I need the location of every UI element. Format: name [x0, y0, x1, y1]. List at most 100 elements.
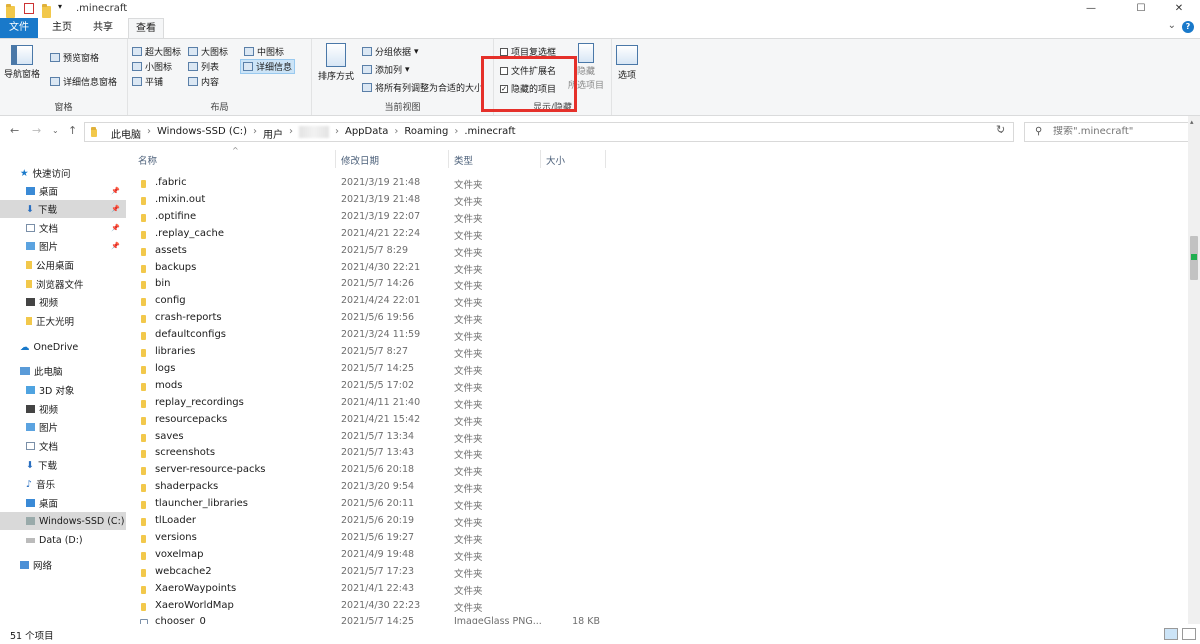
- nav-pc-documents[interactable]: 文档: [0, 437, 126, 455]
- tab-home[interactable]: 主页: [44, 18, 80, 38]
- crumb-c-drive[interactable]: Windows-SSD (C:): [157, 126, 247, 141]
- vertical-scrollbar[interactable]: ▴: [1188, 116, 1200, 624]
- file-row[interactable]: bin 2021/5/7 14:26 文件夹: [130, 276, 1188, 293]
- nav-videos[interactable]: 视频: [0, 293, 126, 311]
- file-row[interactable]: tlLoader 2021/5/6 20:19 文件夹: [130, 513, 1188, 530]
- crumb-minecraft[interactable]: .minecraft: [464, 126, 515, 141]
- column-date[interactable]: 修改日期: [341, 153, 379, 167]
- file-row[interactable]: XaeroWaypoints 2021/4/1 22:43 文件夹: [130, 581, 1188, 598]
- item-checkboxes-checkbox[interactable]: [500, 47, 508, 56]
- fit-columns-button[interactable]: 将所有列调整为合适的大小: [362, 81, 483, 94]
- column-divider[interactable]: [605, 150, 606, 168]
- nav-network[interactable]: 网络: [0, 556, 126, 574]
- pin-icon[interactable]: 📌: [111, 242, 120, 250]
- file-row[interactable]: resourcepacks 2021/4/21 15:42 文件夹: [130, 412, 1188, 429]
- nav-browser-files[interactable]: 浏览器文件: [0, 275, 126, 293]
- nav-desktop[interactable]: 桌面 📌: [0, 182, 126, 200]
- nav-pc-music[interactable]: ♪ 音乐: [0, 475, 126, 493]
- pin-icon[interactable]: 📌: [111, 224, 120, 232]
- nav-3d-objects[interactable]: 3D 对象: [0, 381, 126, 399]
- column-divider[interactable]: [448, 150, 449, 168]
- chevron-down-icon[interactable]: ⌄: [1168, 20, 1176, 31]
- file-row[interactable]: server-resource-packs 2021/5/6 20:18 文件夹: [130, 462, 1188, 479]
- nav-downloads[interactable]: ⬇ 下载 📌: [0, 200, 126, 218]
- nav-zhengdaguangming[interactable]: 正大光明: [0, 312, 126, 330]
- address-input[interactable]: 此电脑 › Windows-SSD (C:) › 用户 › › AppData › Ro…: [84, 122, 1014, 142]
- tab-share[interactable]: 共享: [84, 18, 122, 38]
- layout-list[interactable]: 列表: [188, 60, 219, 73]
- nav-documents[interactable]: 文档 📌: [0, 219, 126, 237]
- nav-quick-access[interactable]: ★ 快速访问: [0, 164, 126, 182]
- details-view-icon[interactable]: [1164, 628, 1178, 640]
- search-input[interactable]: [1053, 126, 1191, 137]
- minimize-button[interactable]: —: [1070, 0, 1112, 18]
- refresh-icon[interactable]: ↻: [996, 123, 1005, 136]
- file-row[interactable]: versions 2021/5/6 19:27 文件夹: [130, 530, 1188, 547]
- file-row[interactable]: backups 2021/4/30 22:21 文件夹: [130, 260, 1188, 277]
- nav-public-desktop[interactable]: 公用桌面: [0, 256, 126, 274]
- nav-pane-button[interactable]: 导航窗格: [4, 45, 40, 80]
- forward-arrow-icon[interactable]: →: [32, 124, 41, 137]
- nav-onedrive[interactable]: ☁ OneDrive: [0, 338, 126, 356]
- file-row[interactable]: shaderpacks 2021/3/20 9:54 文件夹: [130, 479, 1188, 496]
- layout-small-icons[interactable]: 小图标: [132, 60, 172, 73]
- nav-pc-desktop[interactable]: 桌面: [0, 494, 126, 512]
- layout-tiles[interactable]: 平铺: [132, 75, 163, 88]
- file-row[interactable]: mods 2021/5/5 17:02 文件夹: [130, 378, 1188, 395]
- file-row[interactable]: voxelmap 2021/4/9 19:48 文件夹: [130, 547, 1188, 564]
- layout-content[interactable]: 内容: [188, 75, 219, 88]
- help-icon[interactable]: ?: [1182, 21, 1194, 33]
- file-row[interactable]: assets 2021/5/7 8:29 文件夹: [130, 243, 1188, 260]
- group-by-button[interactable]: 分组依据 ▾: [362, 45, 419, 58]
- column-name[interactable]: 名称: [138, 153, 157, 167]
- file-row[interactable]: webcache2 2021/5/7 17:23 文件夹: [130, 564, 1188, 581]
- file-row[interactable]: .optifine 2021/3/19 22:07 文件夹: [130, 209, 1188, 226]
- file-row[interactable]: tlauncher_libraries 2021/5/6 20:11 文件夹: [130, 496, 1188, 513]
- options-button[interactable]: 选项: [616, 45, 638, 81]
- nav-pc-videos[interactable]: 视频: [0, 400, 126, 418]
- file-row[interactable]: defaultconfigs 2021/3/24 11:59 文件夹: [130, 327, 1188, 344]
- file-row[interactable]: .fabric 2021/3/19 21:48 文件夹: [130, 175, 1188, 192]
- nav-pc-pictures[interactable]: 图片: [0, 418, 126, 436]
- properties-icon[interactable]: [24, 3, 34, 14]
- tab-file[interactable]: 文件: [0, 18, 38, 38]
- nav-d-drive[interactable]: Data (D:): [0, 531, 126, 549]
- file-row[interactable]: screenshots 2021/5/7 13:43 文件夹: [130, 445, 1188, 462]
- pin-icon[interactable]: 📌: [111, 187, 120, 195]
- pin-icon[interactable]: 📌: [111, 205, 120, 213]
- crumb-this-pc[interactable]: 此电脑: [111, 126, 141, 141]
- file-row[interactable]: logs 2021/5/7 14:25 文件夹: [130, 361, 1188, 378]
- maximize-button[interactable]: ☐: [1120, 0, 1162, 18]
- layout-details[interactable]: 详细信息: [240, 59, 296, 74]
- file-row[interactable]: replay_recordings 2021/4/11 21:40 文件夹: [130, 395, 1188, 412]
- add-column-button[interactable]: 添加列 ▾: [362, 63, 410, 76]
- quick-access-dropdown-icon[interactable]: ▾: [58, 2, 62, 14]
- layout-large-icons[interactable]: 大图标: [188, 45, 228, 58]
- column-size[interactable]: 大小: [546, 153, 565, 167]
- up-arrow-icon[interactable]: ↑: [68, 124, 77, 137]
- crumb-users[interactable]: 用户: [263, 126, 283, 141]
- column-type[interactable]: 类型: [454, 153, 473, 167]
- crumb-roaming[interactable]: Roaming: [404, 126, 448, 141]
- details-pane-button[interactable]: 详细信息窗格: [50, 75, 117, 88]
- nav-this-pc[interactable]: 此电脑: [0, 362, 126, 380]
- file-row[interactable]: saves 2021/5/7 13:34 文件夹: [130, 429, 1188, 446]
- tab-view[interactable]: 查看: [128, 18, 164, 39]
- recent-dropdown-icon[interactable]: ⌄: [52, 126, 59, 135]
- scroll-up-icon[interactable]: ▴: [1190, 118, 1194, 126]
- nav-c-drive[interactable]: Windows-SSD (C:): [0, 512, 126, 530]
- file-row[interactable]: .mixin.out 2021/3/19 21:48 文件夹: [130, 192, 1188, 209]
- file-row[interactable]: libraries 2021/5/7 8:27 文件夹: [130, 344, 1188, 361]
- close-button[interactable]: ✕: [1158, 0, 1200, 18]
- large-icons-view-icon[interactable]: [1182, 628, 1196, 640]
- back-arrow-icon[interactable]: ←: [10, 124, 19, 137]
- file-row[interactable]: config 2021/4/24 22:01 文件夹: [130, 293, 1188, 310]
- crumb-appdata[interactable]: AppData: [345, 126, 388, 141]
- file-row[interactable]: XaeroWorldMap 2021/4/30 22:23 文件夹: [130, 598, 1188, 615]
- nav-pc-downloads[interactable]: ⬇ 下载: [0, 456, 126, 474]
- sort-by-button[interactable]: 排序方式: [318, 43, 354, 82]
- file-row[interactable]: crash-reports 2021/5/6 19:56 文件夹: [130, 310, 1188, 327]
- file-row[interactable]: .replay_cache 2021/4/21 22:24 文件夹: [130, 226, 1188, 243]
- column-divider[interactable]: [335, 150, 336, 168]
- column-divider[interactable]: [540, 150, 541, 168]
